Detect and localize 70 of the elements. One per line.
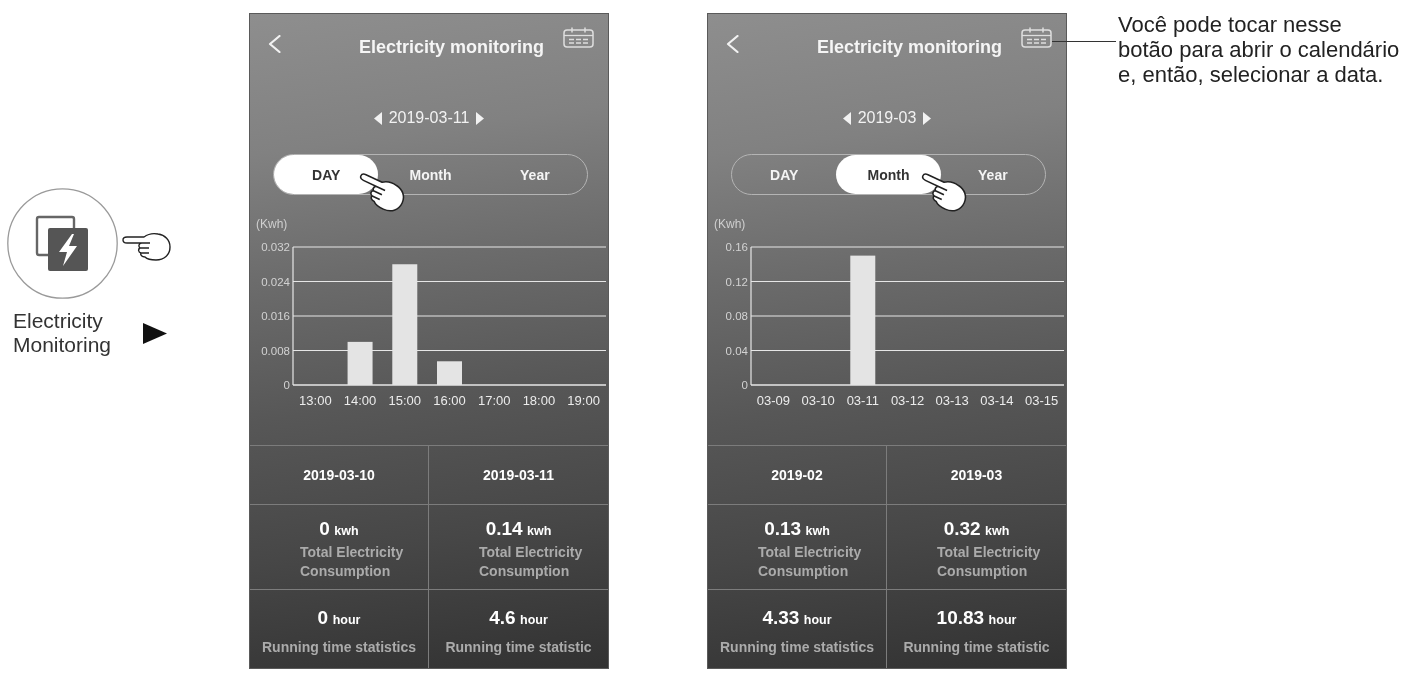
- y-tick-label: 0.008: [261, 344, 290, 357]
- calendar-icon[interactable]: [563, 27, 594, 48]
- y-tick-label: 0.032: [261, 241, 290, 253]
- date-label: 2019-03-11: [388, 108, 470, 128]
- consumption-value: 0.13 kwh: [764, 517, 830, 541]
- x-tick-label: 03-15: [1025, 393, 1059, 408]
- x-tick-label: 17:00: [477, 393, 511, 408]
- runtime-label: Running time statistics: [720, 638, 874, 657]
- period-tab[interactable]: Year: [978, 155, 1008, 194]
- y-tick-label: 0.08: [725, 310, 748, 322]
- x-tick-label: 03-12: [890, 393, 925, 408]
- x-tick-label: 03-10: [801, 393, 835, 408]
- y-tick-label: 0: [741, 379, 748, 391]
- consumption-label: Total Electricity Consumption: [479, 543, 584, 581]
- left-triangle-icon[interactable]: [842, 111, 851, 125]
- consumption-value: 0.32 kwh: [943, 517, 1010, 541]
- right-triangle-icon: [143, 322, 168, 344]
- back-icon[interactable]: [268, 35, 281, 53]
- right-triangle-icon[interactable]: [476, 111, 485, 125]
- callout-text: Você pode tocar nesse botão para abrir o calendário e, então, selecionar a data.: [1118, 12, 1400, 87]
- right-triangle-icon[interactable]: [923, 111, 932, 125]
- runtime-value: 4.6 hour: [489, 606, 548, 630]
- consumption-label: Total Electricity Consumption: [937, 543, 1042, 581]
- lightning-circle-icon[interactable]: [7, 188, 118, 299]
- x-tick-label: 13:00: [299, 393, 332, 408]
- axis-unit-label: (Kwh): [256, 217, 288, 231]
- period-tab[interactable]: DAY: [274, 155, 379, 194]
- period-label: 2019-03-10: [303, 467, 375, 483]
- period-tab[interactable]: Year: [520, 155, 550, 194]
- y-tick-label: 0.12: [725, 275, 748, 288]
- period-label: 2019-02: [771, 467, 823, 483]
- consumption-value: 0 kwh: [319, 517, 359, 541]
- calendar-icon[interactable]: [1021, 27, 1052, 48]
- consumption-label: Total Electricity Consumption: [300, 543, 405, 581]
- y-tick-label: 0.016: [261, 310, 290, 322]
- x-tick-label: 03-09: [756, 393, 790, 408]
- screen-title: Electricity monitoring: [817, 36, 1003, 58]
- x-tick-label: 16:00: [433, 393, 466, 408]
- x-tick-label: 03-14: [980, 393, 1014, 408]
- consumption-label: Total Electricity Consumption: [758, 543, 863, 581]
- runtime-value: 4.33 hour: [762, 606, 832, 630]
- x-tick-label: 19:00: [567, 393, 600, 408]
- axis-unit-label: (Kwh): [714, 217, 746, 231]
- consumption-value: 0.14 kwh: [485, 517, 552, 541]
- left-triangle-icon[interactable]: [373, 111, 382, 125]
- date-label: 2019-03: [857, 108, 917, 128]
- x-tick-label: 03-13: [935, 393, 969, 408]
- runtime-value: 0 hour: [317, 606, 361, 630]
- period-label: 2019-03: [950, 467, 1003, 483]
- period-tab[interactable]: Month: [409, 155, 452, 194]
- leader-line: [1052, 41, 1116, 42]
- runtime-label: Running time statistic: [445, 638, 592, 657]
- x-tick-label: 15:00: [388, 393, 422, 408]
- period-tab[interactable]: Month: [836, 155, 941, 194]
- feature-label: Electricity Monitoring: [13, 309, 112, 357]
- runtime-label: Running time statistic: [903, 638, 1050, 657]
- back-icon[interactable]: [726, 35, 739, 53]
- period-tab[interactable]: DAY: [770, 155, 799, 194]
- y-tick-label: 0: [283, 379, 290, 391]
- y-tick-label: 0.16: [725, 241, 748, 253]
- y-tick-label: 0.024: [261, 275, 290, 288]
- x-tick-label: 14:00: [343, 393, 377, 408]
- screen-title: Electricity monitoring: [359, 36, 545, 58]
- x-tick-label: 03-11: [846, 393, 879, 408]
- period-label: 2019-03-11: [483, 467, 554, 483]
- y-tick-label: 0.04: [725, 344, 748, 357]
- pointing-hand-icon: [122, 231, 172, 262]
- x-tick-label: 18:00: [522, 393, 556, 408]
- runtime-label: Running time statistics: [262, 638, 416, 657]
- runtime-value: 10.83 hour: [936, 606, 1017, 630]
